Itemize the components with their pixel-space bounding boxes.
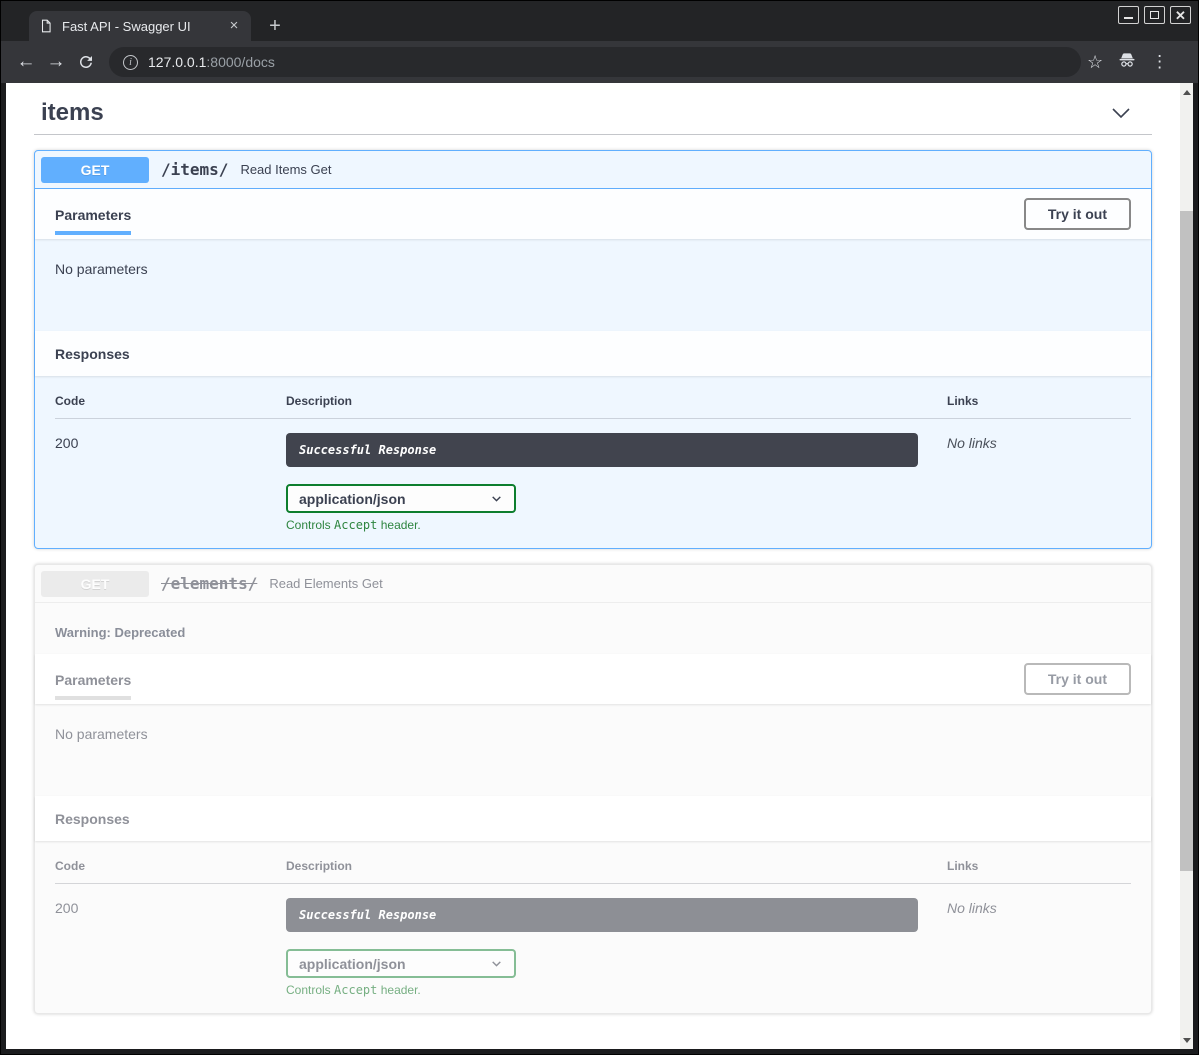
scroll-down-icon[interactable] [1180, 1033, 1193, 1047]
minimize-icon [1124, 17, 1133, 19]
responses-table: Code Description Links 200 Successful Re… [35, 376, 1151, 548]
media-type-select[interactable]: application/json [286, 484, 516, 513]
responses-column-headers: Code Description Links [55, 859, 1131, 884]
incognito-icon [1117, 50, 1137, 75]
deprecated-warning: Warning: Deprecated [35, 603, 1151, 654]
select-chevron-icon [490, 492, 503, 505]
response-description-box: Successful Response [286, 433, 918, 467]
maximize-button[interactable] [1144, 6, 1165, 24]
opblock-get-items: GET /items/ Read Items Get Parameters Tr… [34, 150, 1152, 549]
response-code: 200 [55, 433, 286, 532]
titlebar: Fast API - Swagger UI × + ✕ [1, 1, 1198, 41]
accept-header-note: Controls Accept header. [286, 518, 947, 532]
method-badge: GET [41, 157, 149, 183]
column-links: Links [947, 859, 1131, 873]
minimize-button[interactable] [1118, 6, 1139, 24]
url-path: :8000/docs [206, 54, 275, 70]
browser-toolbar: ← → i 127.0.0.1:8000/docs ☆ ⋮ [1, 41, 1198, 83]
operation-summary[interactable]: GET /elements/ Read Elements Get [35, 565, 1151, 603]
column-description: Description [286, 859, 947, 873]
tab-parameters[interactable]: Parameters [55, 193, 131, 235]
response-description: Successful Response [299, 443, 436, 457]
tag-section-header[interactable]: items [34, 91, 1152, 135]
response-row: 200 Successful Response application/json [55, 884, 1131, 997]
forward-icon[interactable]: → [41, 51, 71, 73]
scrollbar-thumb[interactable] [1180, 211, 1193, 871]
response-description: Successful Response [299, 908, 436, 922]
browser-tab[interactable]: Fast API - Swagger UI × [29, 11, 251, 41]
bookmark-star-icon[interactable]: ☆ [1087, 52, 1103, 73]
parameters-header: Parameters Try it out [35, 189, 1151, 239]
response-description-box: Successful Response [286, 898, 918, 932]
responses-column-headers: Code Description Links [55, 394, 1131, 419]
no-parameters-text: No parameters [35, 239, 1151, 331]
responses-title: Responses [55, 811, 130, 827]
response-links: No links [947, 433, 1131, 532]
site-info-icon[interactable]: i [123, 55, 138, 70]
method-badge: GET [41, 571, 149, 597]
new-tab-button[interactable]: + [263, 15, 287, 39]
responses-table: Code Description Links 200 Successful Re… [35, 841, 1151, 1013]
response-code: 200 [55, 898, 286, 997]
scroll-up-icon[interactable] [1180, 85, 1193, 99]
parameters-header: Parameters Try it out [35, 654, 1151, 704]
tab-title: Fast API - Swagger UI [62, 19, 225, 34]
operation-summary-text: Read Elements Get [269, 576, 382, 591]
media-type-value: application/json [299, 956, 406, 972]
close-icon: ✕ [1175, 9, 1186, 22]
url-host: 127.0.0.1 [148, 54, 206, 70]
media-type-select[interactable]: application/json [286, 949, 516, 978]
window-controls: ✕ [1118, 6, 1191, 24]
close-button[interactable]: ✕ [1170, 6, 1191, 24]
browser-window: Fast API - Swagger UI × + ✕ ← → i 127.0.… [0, 0, 1199, 1055]
column-links: Links [947, 394, 1131, 408]
select-chevron-icon [490, 957, 503, 970]
chevron-down-icon[interactable] [1109, 101, 1133, 125]
back-icon[interactable]: ← [11, 51, 41, 73]
response-links: No links [947, 898, 1131, 997]
browser-menu-icon[interactable]: ⋮ [1151, 52, 1168, 72]
responses-title: Responses [55, 346, 130, 362]
responses-header: Responses [35, 331, 1151, 376]
address-bar[interactable]: i 127.0.0.1:8000/docs [109, 47, 1081, 77]
toolbar-right: ☆ ⋮ [1087, 50, 1168, 75]
media-type-value: application/json [299, 491, 406, 507]
tab-parameters[interactable]: Parameters [55, 658, 131, 700]
reload-icon[interactable] [71, 53, 101, 71]
try-it-out-button[interactable]: Try it out [1024, 198, 1131, 230]
accept-header-note: Controls Accept header. [286, 983, 947, 997]
document-icon [39, 18, 53, 34]
responses-header: Responses [35, 796, 1151, 841]
operation-summary-text: Read Items Get [240, 162, 331, 177]
response-row: 200 Successful Response application/json [55, 419, 1131, 532]
opblock-get-elements-deprecated: GET /elements/ Read Elements Get Warning… [34, 564, 1152, 1014]
operation-summary[interactable]: GET /items/ Read Items Get [35, 151, 1151, 189]
page-scrollbar[interactable] [1180, 83, 1193, 1049]
operation-path: /items/ [161, 160, 228, 179]
operation-path: /elements/ [161, 574, 257, 593]
maximize-icon [1150, 11, 1159, 19]
tag-title: items [41, 99, 104, 127]
tab-close-icon[interactable]: × [225, 17, 243, 35]
column-code: Code [55, 394, 286, 408]
url-text: 127.0.0.1:8000/docs [148, 54, 275, 70]
column-description: Description [286, 394, 947, 408]
try-it-out-button[interactable]: Try it out [1024, 663, 1131, 695]
no-parameters-text: No parameters [35, 704, 1151, 796]
column-code: Code [55, 859, 286, 873]
swagger-page: items GET /items/ Read Items Get Paramet… [6, 83, 1180, 1049]
